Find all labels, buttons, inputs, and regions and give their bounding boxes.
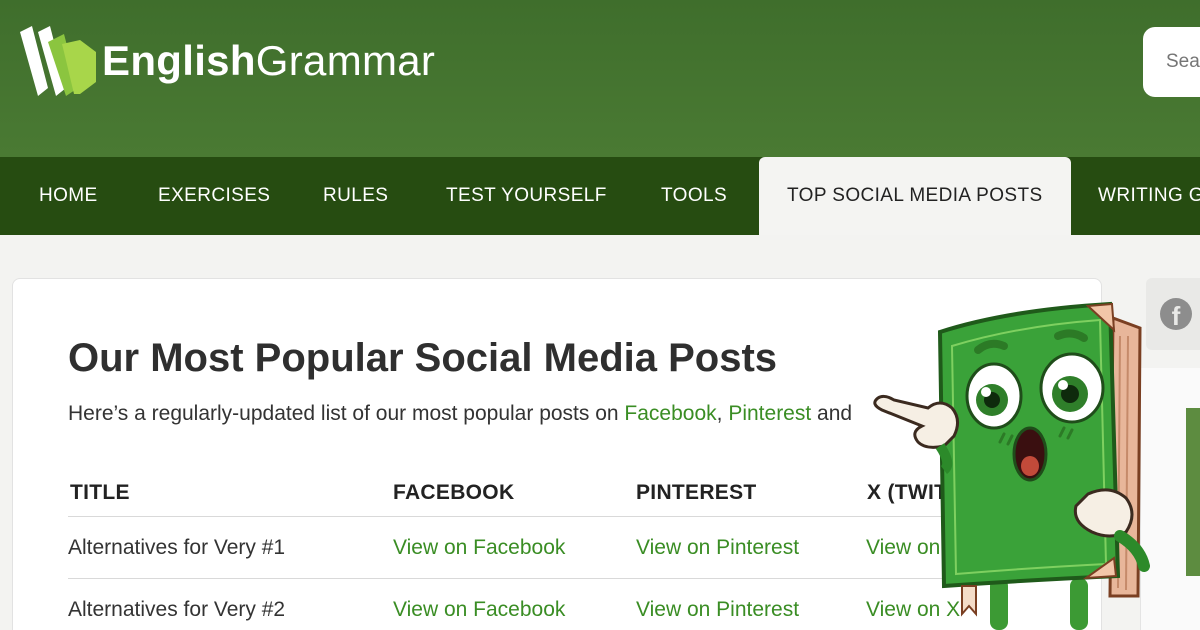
row-1-title: Alternatives for Very #1 xyxy=(68,536,286,559)
row-2-facebook-link[interactable]: View on Facebook xyxy=(393,598,565,622)
facebook-link[interactable]: Facebook xyxy=(624,402,716,425)
nav-item-writing-guides[interactable]: WRITING G xyxy=(1098,157,1200,235)
nav-item-exercises[interactable]: EXERCISES xyxy=(158,157,270,235)
nav-item-home[interactable]: HOME xyxy=(39,157,98,235)
nav-item-top-social-media-posts[interactable]: TOP SOCIAL MEDIA POSTS xyxy=(759,157,1071,235)
table-header-title: TITLE xyxy=(70,481,130,504)
row-2-pinterest-link[interactable]: View on Pinterest xyxy=(636,598,799,622)
site-logo[interactable]: EnglishGrammar xyxy=(18,22,435,100)
search-input[interactable] xyxy=(1166,51,1200,73)
intro-text: Here’s a regularly-updated list of our m… xyxy=(68,402,853,425)
page-title: Our Most Popular Social Media Posts xyxy=(68,336,778,380)
table-header-pinterest: PINTEREST xyxy=(636,481,757,504)
row-1-pinterest-link[interactable]: View on Pinterest xyxy=(636,536,799,560)
row-2-title: Alternatives for Very #2 xyxy=(68,598,286,621)
book-pages-logo-icon xyxy=(20,26,96,96)
main-nav: HOME EXERCISES RULES TEST YOURSELF TOOLS… xyxy=(0,157,1200,235)
nav-item-test-yourself[interactable]: TEST YOURSELF xyxy=(446,157,607,235)
row-1-facebook-link[interactable]: View on Facebook xyxy=(393,536,565,560)
nav-item-rules[interactable]: RULES xyxy=(323,157,388,235)
book-mascot-illustration xyxy=(873,301,1150,630)
search-box[interactable] xyxy=(1143,27,1200,97)
pinterest-link[interactable]: Pinterest xyxy=(728,402,811,425)
logo-wordmark: EnglishGrammar xyxy=(102,37,436,84)
side-banner xyxy=(1186,408,1200,576)
table-header-facebook: FACEBOOK xyxy=(393,481,515,504)
site-header: EnglishGrammar xyxy=(0,0,1200,157)
nav-item-tools[interactable]: TOOLS xyxy=(661,157,727,235)
